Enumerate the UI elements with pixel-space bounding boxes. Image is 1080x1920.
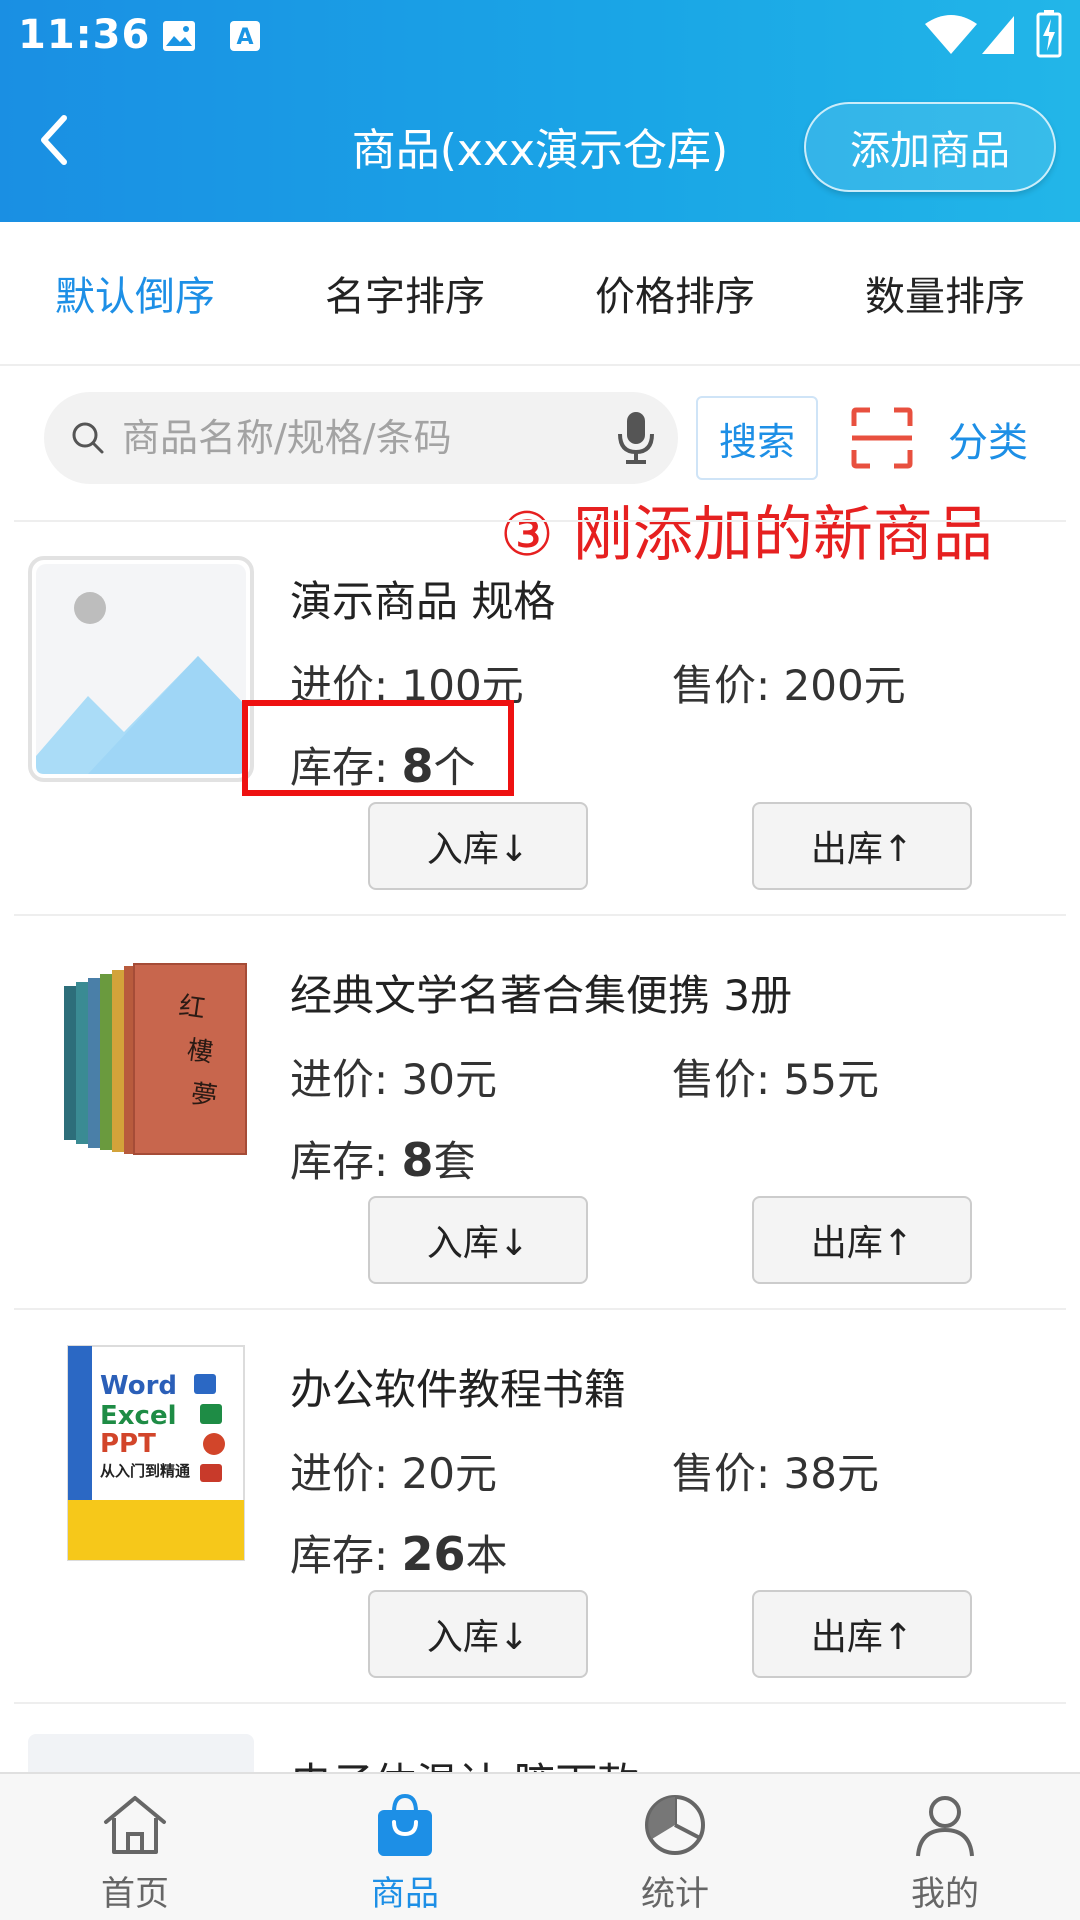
product-item[interactable]: 电子体温计 腋下款: [14, 1702, 1066, 1772]
home-icon: [104, 1796, 166, 1854]
product-sale-price: 售价: 38元: [672, 1449, 879, 1498]
stock-out-button[interactable]: 出库↑: [752, 1196, 972, 1284]
status-time: 11:36: [18, 12, 151, 58]
stock-in-button[interactable]: 入库↓: [368, 802, 588, 890]
product-cost-price: 进价: 20元: [290, 1449, 497, 1498]
book-set-image: 红 樓 夢: [64, 963, 247, 1155]
app-notification-icon: A: [230, 21, 260, 51]
product-cost-price: 进价: 30元: [290, 1055, 497, 1104]
bottom-nav: 首页 商品 统计 我的: [0, 1772, 1080, 1920]
search-icon: [72, 422, 104, 454]
nav-mine-label: 我的: [911, 1874, 979, 1914]
scan-icon[interactable]: [850, 406, 914, 470]
nav-bar: 商品(xxx演示仓库) 添加商品: [0, 90, 1080, 200]
placeholder-image: [28, 556, 254, 782]
tab-sort-quantity[interactable]: 数量排序: [810, 222, 1080, 364]
stock-highlight-box: [242, 700, 514, 796]
office-book-image: Word Excel PPT 从入门到精通: [67, 1345, 245, 1561]
search-input[interactable]: [122, 392, 592, 484]
stock-in-button[interactable]: 入库↓: [368, 1590, 588, 1678]
stock-out-button[interactable]: 出库↑: [752, 802, 972, 890]
product-item[interactable]: Word Excel PPT 从入门到精通 办公软件教程书籍 进价: 20元 售…: [14, 1308, 1066, 1702]
product-name: 电子体温计 腋下款: [290, 1750, 639, 1772]
product-name: 经典文学名著合集便携 3册: [290, 971, 793, 1020]
tab-sort-price[interactable]: 价格排序: [540, 222, 810, 364]
nav-home-label: 首页: [101, 1874, 169, 1914]
product-name: 办公软件教程书籍: [290, 1365, 627, 1414]
nav-home[interactable]: 首页: [0, 1774, 270, 1920]
svg-text:Word: Word: [100, 1371, 177, 1401]
svg-text:A: A: [236, 25, 253, 50]
nav-products[interactable]: 商品: [270, 1774, 540, 1920]
signal-icon: [982, 16, 1014, 54]
microphone-icon[interactable]: [616, 410, 656, 466]
svg-text:从入门到精通: 从入门到精通: [100, 1462, 190, 1480]
user-icon: [916, 1796, 974, 1857]
nav-statistics[interactable]: 统计: [540, 1774, 810, 1920]
product-sale-price: 售价: 200元: [672, 661, 906, 710]
nav-products-label: 商品: [371, 1874, 439, 1914]
product-item[interactable]: 演示商品 规格 进价: 100元 售价: 200元 库存: 8个 入库↓ 出库↑: [14, 520, 1066, 914]
search-button[interactable]: 搜索: [696, 396, 818, 480]
status-bar: 11:36 A: [0, 0, 1080, 72]
product-stock: 库存: 26本: [290, 1527, 508, 1581]
wifi-icon: [925, 15, 977, 54]
category-link[interactable]: 分类: [948, 410, 1028, 468]
svg-text:红: 红: [177, 991, 207, 1024]
product-name: 演示商品 规格: [290, 577, 556, 626]
svg-text:PPT: PPT: [100, 1429, 156, 1459]
image-notification-icon: [163, 21, 195, 51]
product-stock: 库存: 8套: [290, 1133, 476, 1187]
nav-statistics-label: 统计: [641, 1874, 709, 1914]
product-item[interactable]: 红 樓 夢 经典文学名著合集便携 3册 进价: 30元 售价: 55元 库存: …: [14, 914, 1066, 1308]
stock-in-button[interactable]: 入库↓: [368, 1196, 588, 1284]
sort-tabs: 默认倒序 名字排序 价格排序 数量排序: [0, 222, 1080, 366]
battery-icon: [1036, 10, 1062, 58]
pie-chart-icon: [645, 1795, 705, 1855]
product-sale-price: 售价: 55元: [672, 1055, 879, 1104]
tab-sort-name[interactable]: 名字排序: [270, 222, 540, 364]
add-product-button[interactable]: 添加商品: [804, 102, 1056, 192]
tab-default-desc[interactable]: 默认倒序: [0, 222, 270, 364]
shopping-bag-icon: [378, 1793, 432, 1856]
svg-text:Excel: Excel: [100, 1401, 177, 1431]
header: 11:36 A 商品(xxx演示仓库) 添加商品: [0, 0, 1080, 222]
search-box: [44, 392, 678, 484]
nav-mine[interactable]: 我的: [810, 1774, 1080, 1920]
svg-text:夢: 夢: [189, 1079, 219, 1112]
svg-text:樓: 樓: [185, 1035, 215, 1068]
stock-out-button[interactable]: 出库↑: [752, 1590, 972, 1678]
thermometer-image: [28, 1734, 254, 1772]
